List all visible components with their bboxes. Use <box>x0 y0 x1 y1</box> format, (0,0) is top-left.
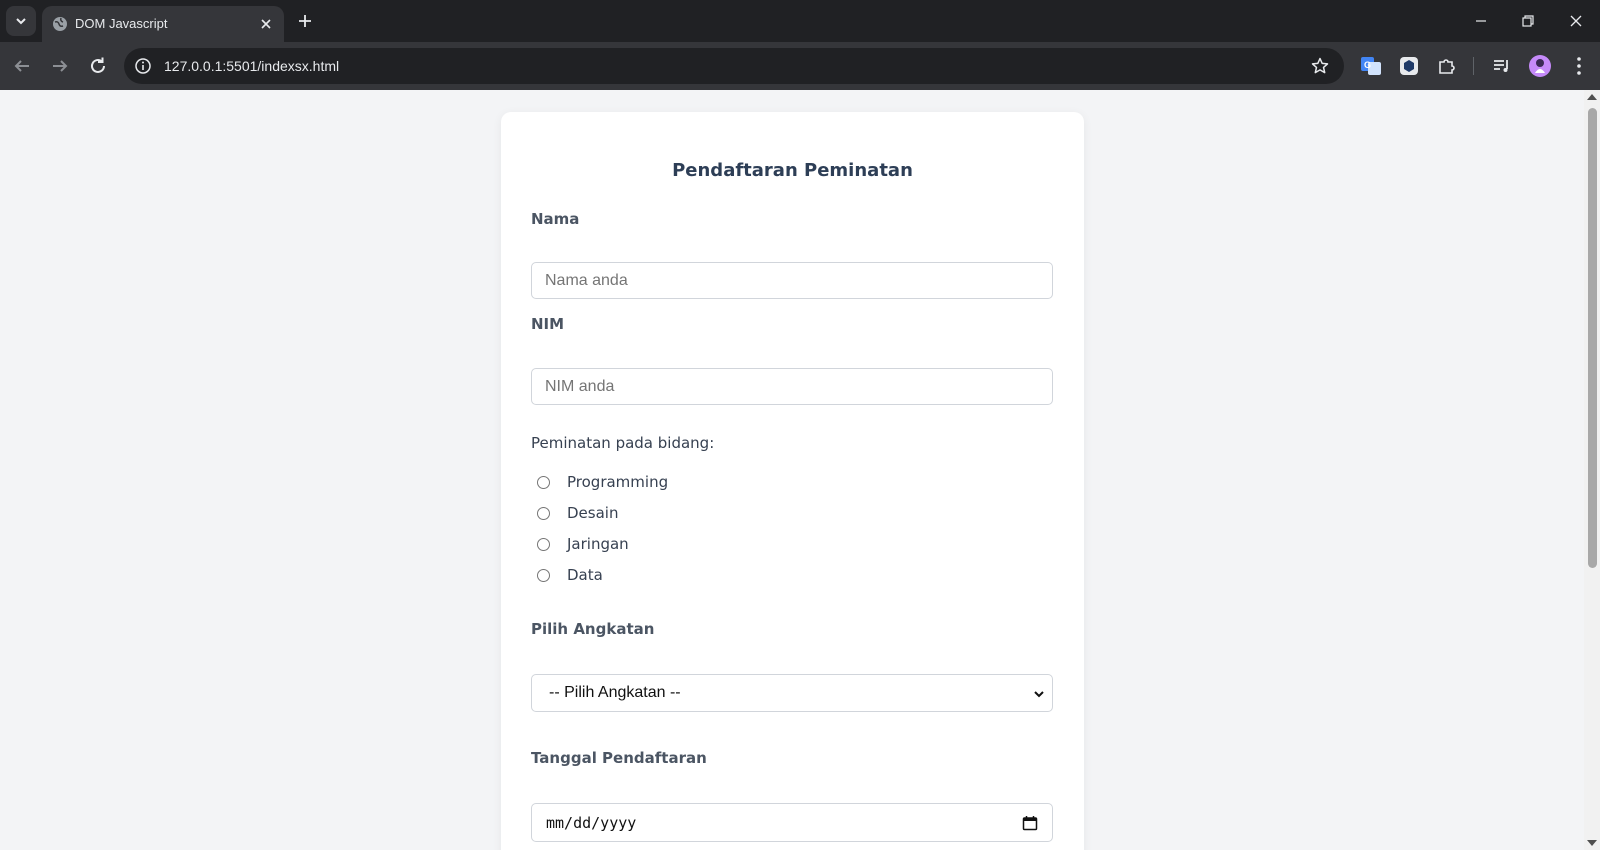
radio-label: Programming <box>567 473 669 491</box>
media-queue-icon[interactable] <box>1489 53 1515 79</box>
tab-title: DOM Javascript <box>75 16 168 31</box>
extensions-puzzle-icon[interactable] <box>1434 53 1460 79</box>
scroll-down-arrow-icon[interactable] <box>1587 840 1597 846</box>
radio-label: Data <box>567 566 603 584</box>
reload-icon[interactable] <box>86 54 110 78</box>
radio-option-data[interactable]: Data <box>537 565 603 585</box>
minimize-icon[interactable] <box>1471 11 1491 31</box>
nim-input[interactable] <box>531 368 1053 405</box>
back-arrow-icon[interactable] <box>10 54 34 78</box>
nim-label: NIM <box>531 315 565 333</box>
form-title: Pendaftaran Peminatan <box>672 160 913 181</box>
browser-toolbar: 127.0.0.1:5501/indexsx.html G <box>0 42 1600 90</box>
radio-label: Jaringan <box>567 535 629 553</box>
profile-avatar-icon[interactable] <box>1527 53 1553 79</box>
radio-option-desain[interactable]: Desain <box>537 503 618 523</box>
address-bar[interactable]: 127.0.0.1:5501/indexsx.html <box>124 48 1344 84</box>
close-icon[interactable] <box>258 16 274 32</box>
tanggal-label: Tanggal Pendaftaran <box>531 749 707 767</box>
radio-button[interactable] <box>537 568 550 582</box>
svg-text:G: G <box>1364 60 1371 70</box>
restore-icon[interactable] <box>1518 11 1538 31</box>
radio-button[interactable] <box>537 475 550 489</box>
scroll-up-arrow-icon[interactable] <box>1587 94 1597 100</box>
radio-label: Desain <box>567 504 619 522</box>
active-tab[interactable]: DOM Javascript <box>42 6 284 42</box>
page-scrollbar[interactable] <box>1584 90 1600 850</box>
window-close-icon[interactable] <box>1566 11 1586 31</box>
radio-option-jaringan[interactable]: Jaringan <box>537 534 629 554</box>
calendar-icon[interactable] <box>1022 815 1038 831</box>
tab-search-button[interactable] <box>6 6 36 36</box>
date-placeholder: mm/dd/yyyy <box>546 814 637 832</box>
toolbar-divider <box>1473 57 1474 75</box>
url-text: 127.0.0.1:5501/indexsx.html <box>164 58 340 74</box>
scrollbar-thumb[interactable] <box>1588 108 1597 568</box>
bookmark-star-icon[interactable] <box>1310 56 1330 76</box>
tab-strip: DOM Javascript <box>0 0 1600 42</box>
google-translate-icon[interactable]: G <box>1358 53 1384 79</box>
nama-input[interactable] <box>531 262 1053 299</box>
tanggal-date-input[interactable]: mm/dd/yyyy <box>531 803 1053 842</box>
extension-shield-icon[interactable] <box>1396 53 1422 79</box>
radio-button[interactable] <box>537 506 550 520</box>
site-info-icon[interactable] <box>134 57 152 75</box>
more-menu-icon[interactable] <box>1566 53 1592 79</box>
nama-label: Nama <box>531 210 580 228</box>
globe-icon <box>53 17 67 31</box>
page-viewport: Pendaftaran Peminatan Nama NIM Peminatan… <box>0 90 1584 850</box>
radio-option-programming[interactable]: Programming <box>537 472 668 492</box>
chevron-down-icon <box>1034 691 1044 698</box>
radio-button[interactable] <box>537 537 550 551</box>
registration-form-card: Pendaftaran Peminatan Nama NIM Peminatan… <box>501 112 1084 850</box>
angkatan-select[interactable]: -- Pilih Angkatan -- <box>531 674 1053 712</box>
angkatan-label: Pilih Angkatan <box>531 620 655 638</box>
chevron-down-icon <box>16 18 26 25</box>
peminatan-label: Peminatan pada bidang: <box>531 434 715 452</box>
new-tab-icon[interactable] <box>295 11 315 31</box>
forward-arrow-icon[interactable] <box>48 54 72 78</box>
angkatan-selected-value: -- Pilih Angkatan -- <box>549 684 681 701</box>
